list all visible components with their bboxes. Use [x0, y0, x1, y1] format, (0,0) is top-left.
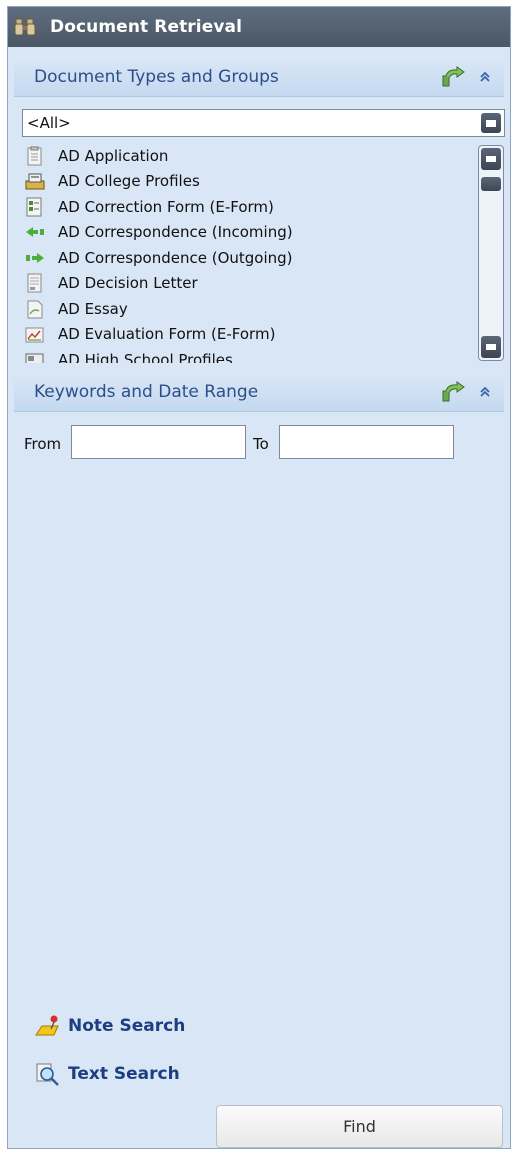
- list-item-label: AD College Profiles: [58, 172, 200, 191]
- incoming-arrow-icon: [26, 227, 44, 238]
- scroll-down-button[interactable]: [481, 336, 501, 358]
- find-button[interactable]: Find: [216, 1105, 503, 1148]
- scroll-up-icon: [486, 156, 496, 162]
- document-types-list[interactable]: AD Application AD College Profiles AD Co…: [22, 143, 478, 363]
- list-item-ad-application[interactable]: AD Application: [22, 143, 478, 169]
- text-search-label: Text Search: [68, 1064, 180, 1084]
- outgoing-arrow-icon: [26, 252, 44, 263]
- note-search-icon: [35, 1015, 59, 1036]
- list-item-ad-high-school-profiles[interactable]: AD High School Profiles: [22, 347, 478, 363]
- college-profiles-icon: [25, 173, 45, 190]
- section-header-keywords[interactable]: Keywords and Date Range: [14, 372, 504, 412]
- list-item-ad-essay[interactable]: AD Essay: [22, 296, 478, 322]
- from-date-input[interactable]: [71, 425, 246, 459]
- application-form-icon: [27, 146, 42, 166]
- list-item-ad-correction-form[interactable]: AD Correction Form (E-Form): [22, 194, 478, 220]
- section-header-document-types[interactable]: Document Types and Groups: [14, 57, 504, 97]
- scroll-down-icon: [486, 344, 496, 350]
- essay-icon: [27, 300, 43, 319]
- letter-icon: [27, 273, 42, 293]
- section-title-document-types: Document Types and Groups: [34, 66, 279, 87]
- binoculars-icon: [14, 18, 36, 36]
- window-title: Document Retrieval: [50, 17, 243, 37]
- list-item-ad-college-profiles[interactable]: AD College Profiles: [22, 169, 478, 195]
- title-bar: Document Retrieval: [8, 7, 510, 47]
- list-item-label: AD Evaluation Form (E-Form): [58, 325, 276, 344]
- text-search-icon: [36, 1063, 59, 1086]
- list-item-ad-evaluation-form[interactable]: AD Evaluation Form (E-Form): [22, 322, 478, 348]
- list-item-label: AD Correction Form (E-Form): [58, 197, 274, 216]
- scroll-up-button[interactable]: [481, 148, 501, 170]
- list-item-label: AD Decision Letter: [58, 274, 198, 293]
- list-item-ad-correspondence-outgoing[interactable]: AD Correspondence (Outgoing): [22, 245, 478, 271]
- dropdown-arrow-button[interactable]: [481, 113, 501, 133]
- list-item-label: AD Application: [58, 146, 169, 165]
- note-search-link[interactable]: Note Search: [34, 1013, 185, 1039]
- scroll-thumb[interactable]: [481, 177, 501, 191]
- eform-icon: [26, 197, 42, 217]
- note-search-label: Note Search: [68, 1016, 186, 1036]
- list-item-label: AD Correspondence (Incoming): [58, 223, 293, 242]
- to-date-input[interactable]: [279, 425, 454, 459]
- to-label: To: [253, 435, 269, 453]
- school-profiles-icon: [25, 353, 44, 363]
- document-type-dropdown[interactable]: <All>: [22, 109, 505, 137]
- reset-arrow-icon[interactable]: [440, 380, 466, 403]
- text-search-link[interactable]: Text Search: [34, 1061, 180, 1087]
- list-scrollbar[interactable]: [478, 145, 504, 361]
- collapse-chevron-icon[interactable]: [478, 384, 492, 400]
- dropdown-selected-value: <All>: [27, 114, 71, 132]
- list-item-label: AD Essay: [58, 299, 128, 318]
- section-title-keywords: Keywords and Date Range: [34, 381, 259, 402]
- chevron-down-icon: [486, 120, 496, 127]
- document-retrieval-panel: Document Retrieval Document Types and Gr…: [7, 6, 511, 1149]
- list-item-label: AD High School Profiles: [58, 350, 233, 363]
- list-item-ad-decision-letter[interactable]: AD Decision Letter: [22, 271, 478, 297]
- from-label: From: [24, 435, 62, 453]
- reset-arrow-icon[interactable]: [440, 65, 466, 88]
- list-item-label: AD Correspondence (Outgoing): [58, 248, 293, 267]
- evaluation-chart-icon: [25, 327, 44, 343]
- list-item-ad-correspondence-incoming[interactable]: AD Correspondence (Incoming): [22, 220, 478, 246]
- collapse-chevron-icon[interactable]: [478, 69, 492, 85]
